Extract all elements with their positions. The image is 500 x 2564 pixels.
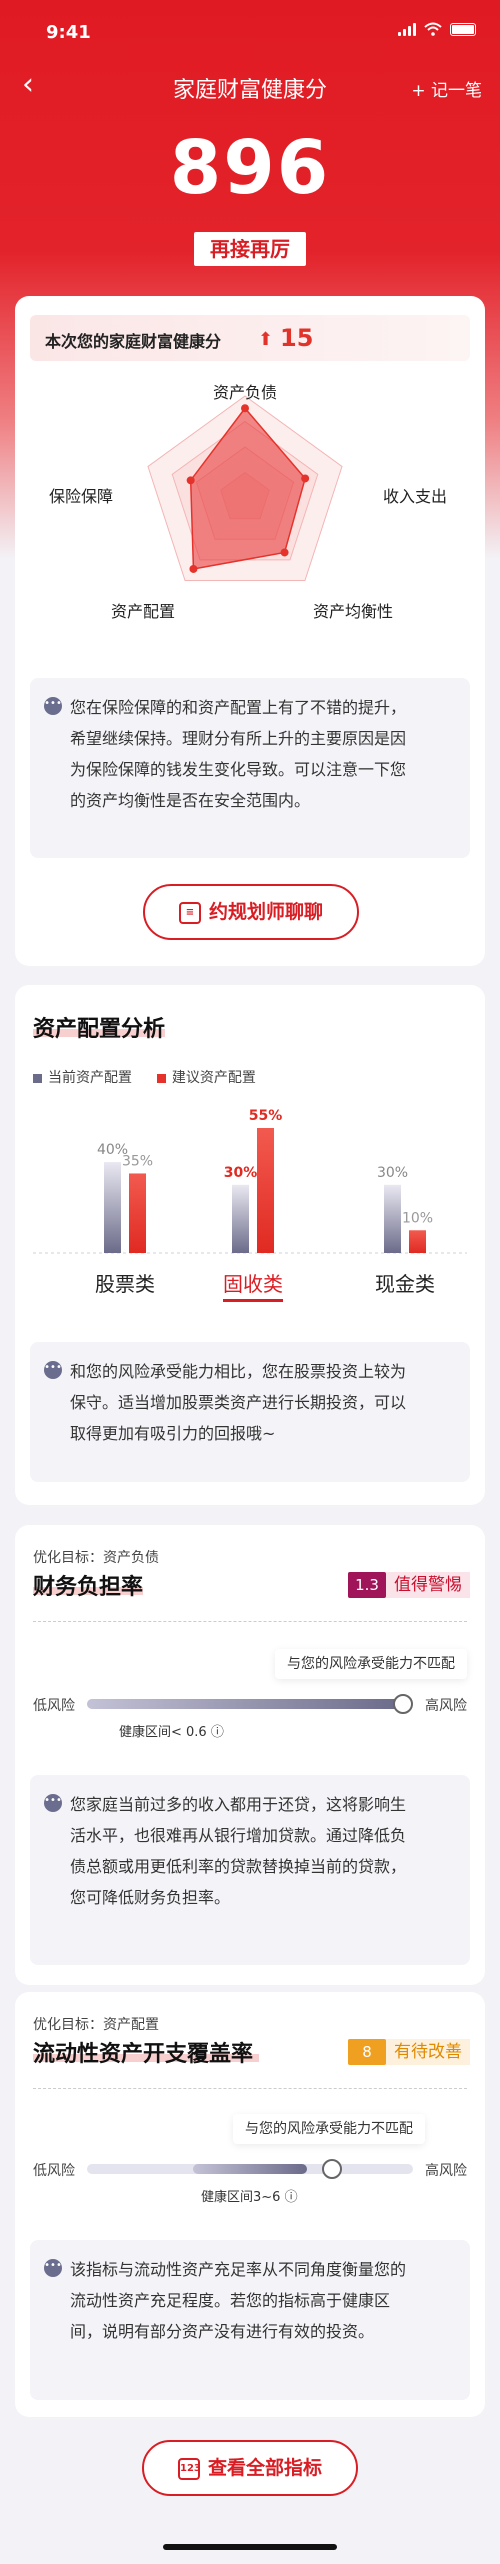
bar-current [384, 1184, 401, 1253]
allocation-note: ••• 和您的风险承受能力相比，您在股票投资上较为 保守。适当增加股票类资产进行… [30, 1342, 470, 1482]
legend-suggested-swatch [156, 1073, 166, 1083]
debt-note-text: 您家庭当前过多的收入都用于还贷，这将影响生 活水平，也很难再从银行增加贷款。通过… [70, 1795, 407, 1907]
risk-tooltip: 与您的风险承受能力不匹配 [233, 2114, 425, 2144]
high-risk-label: 高风险 [425, 1698, 467, 1714]
chat-bubble-icon: ••• [44, 1361, 62, 1379]
liquidity-badge-text: 有待改善 [394, 2042, 462, 2062]
liquidity-health-zone: 健康区间3~6 ⓘ [201, 2190, 298, 2205]
signal-icon [398, 22, 416, 36]
health-note: ••• 您在保险保障的和资产配置上有了不错的提升， 希望继续保持。理财分有所上升… [30, 678, 470, 858]
chat-icon: ≡ [178, 901, 201, 924]
health-note-text: 您在保险保障的和资产配置上有了不错的提升， 希望继续保持。理财分有所上升的主要原… [70, 698, 407, 810]
liquidity-goal: 优化目标：资产配置 [33, 2017, 159, 2033]
low-risk-label: 低风险 [33, 2163, 75, 2179]
liquidity-slider-range [193, 2164, 307, 2174]
debt-badge-text: 值得警惕 [394, 1575, 462, 1595]
battery-icon [450, 22, 476, 36]
debt-badge-num: 1.3 [348, 1572, 386, 1598]
health-score: 896 [169, 125, 331, 211]
debt-badge: 1.3 值得警惕 [348, 1572, 470, 1598]
allocation-title: 资产配置分析 [33, 1017, 166, 1042]
category-label[interactable]: 股票类 [95, 1272, 155, 1296]
chat-bubble-icon: ••• [44, 2259, 62, 2277]
allocation-card: 资产配置分析 当前资产配置 建议资产配置 40% 35% 股票类 30% 55% 固收类 3… [15, 985, 485, 1505]
allocation-note-text: 和您的风险承受能力相比，您在股票投资上较为 保守。适当增加股票类资产进行长期投资… [70, 1362, 407, 1443]
liquidity-note-text: 该指标与流动性资产充足率从不同角度衡量您的 流动性资产充足程度。若您的指标高于健… [70, 2260, 407, 2341]
nav-bar: ‹ 家庭财富健康分 + 记一笔 [0, 60, 500, 116]
category-label[interactable]: 现金类 [375, 1272, 435, 1296]
liquidity-card: 优化目标：资产配置 流动性资产开支覆盖率 8 有待改善 与您的风险承受能力不匹配… [15, 1992, 485, 2417]
score-change-bar: 本次您的家庭财富健康分 ⬆ 15 [30, 315, 470, 361]
wifi-icon [424, 22, 442, 36]
status-bar: 9:41 [0, 0, 500, 60]
radar-label-allocation: 资产配置 [111, 602, 175, 621]
radar-point [301, 474, 310, 483]
allocation-chart: 40%35%股票类30%55%固收类30%10%现金类 [33, 1108, 467, 1302]
bar-value-label: 55% [249, 1108, 283, 1124]
health-card: 本次您的家庭财富健康分 ⬆ 15 资产负债 收入支出 资产均衡性 资产配置 保险… [15, 296, 485, 966]
allocation-legend: 当前资产配置 建议资产配置 [33, 1067, 256, 1087]
status-time: 9:41 [46, 22, 91, 43]
divider [33, 1621, 467, 1622]
view-all-button[interactable]: 123 查看全部指标 [142, 2440, 358, 2496]
bar-suggested [257, 1128, 274, 1253]
debt-goal: 优化目标：资产负债 [33, 1550, 159, 1566]
radar-label-income: 收入支出 [383, 487, 447, 506]
category-label[interactable]: 固收类 [223, 1272, 283, 1296]
radar-point [186, 476, 195, 485]
debt-card: 优化目标：资产负债 财务负担率 1.3 值得警惕 与您的风险承受能力不匹配 低风… [15, 1525, 485, 1985]
bar-suggested [409, 1230, 426, 1253]
status-icons [398, 22, 476, 36]
liquidity-badge-num: 8 [348, 2039, 386, 2065]
legend-current-swatch [33, 1073, 42, 1083]
chat-bubble-icon: ••• [44, 697, 62, 715]
category-selected-underline [223, 1299, 283, 1302]
debt-slider-fill [87, 1699, 404, 1709]
score-change-label: 本次您的家庭财富健康分 [45, 332, 222, 351]
bar-current [104, 1162, 121, 1253]
radar-label-debt: 资产负债 [213, 383, 277, 402]
high-risk-label: 高风险 [425, 2163, 467, 2179]
home-indicator [163, 2544, 337, 2550]
radar-point [280, 548, 289, 557]
chat-bubble-icon: ••• [44, 1794, 62, 1812]
liquidity-badge: 8 有待改善 [348, 2039, 470, 2065]
legend-suggested-label: 建议资产配置 [171, 1070, 256, 1086]
arrow-up-icon: ⬆ [258, 329, 274, 350]
radar-label-balance: 资产均衡性 [313, 602, 393, 621]
legend-current-label: 当前资产配置 [48, 1070, 132, 1086]
liquidity-note: ••• 该指标与流动性资产充足率从不同角度衡量您的 流动性资产充足程度。若您的指… [30, 2240, 470, 2400]
add-record-button[interactable]: + 记一笔 [411, 76, 482, 101]
debt-note: ••• 您家庭当前过多的收入都用于还贷，这将影响生 活水平，也很难再从银行增加贷… [30, 1775, 470, 1965]
bar-value-label: 30% [377, 1165, 408, 1181]
risk-tooltip: 与您的风险承受能力不匹配 [275, 1649, 467, 1679]
bar-value-label: 30% [224, 1165, 258, 1181]
bar-value-label: 35% [122, 1153, 153, 1169]
bar-value-label: 10% [402, 1210, 433, 1226]
liquidity-slider-knob [321, 2159, 342, 2179]
radar-point [189, 564, 198, 573]
bar-suggested [129, 1173, 146, 1253]
chat-planner-button[interactable]: ≡ 约规划师聊聊 [143, 884, 359, 940]
radar-point [241, 404, 249, 413]
radar-label-insurance: 保险保障 [49, 487, 113, 506]
debt-slider-knob [393, 1694, 414, 1714]
score-change-value: 15 [280, 324, 314, 352]
divider [33, 2088, 467, 2089]
number-icon: 123 [177, 2457, 201, 2480]
radar-chart: 资产负债 收入支出 资产均衡性 资产配置 保险保障 [49, 383, 447, 621]
low-risk-label: 低风险 [33, 1698, 75, 1714]
debt-health-zone: 健康区间< 0.6 ⓘ [119, 1725, 224, 1740]
liquidity-title: 流动性资产开支覆盖率 [33, 2042, 254, 2067]
bar-current [232, 1184, 249, 1253]
debt-title: 财务负担率 [33, 1575, 144, 1600]
score-badge: 再接再厉 [194, 232, 306, 266]
